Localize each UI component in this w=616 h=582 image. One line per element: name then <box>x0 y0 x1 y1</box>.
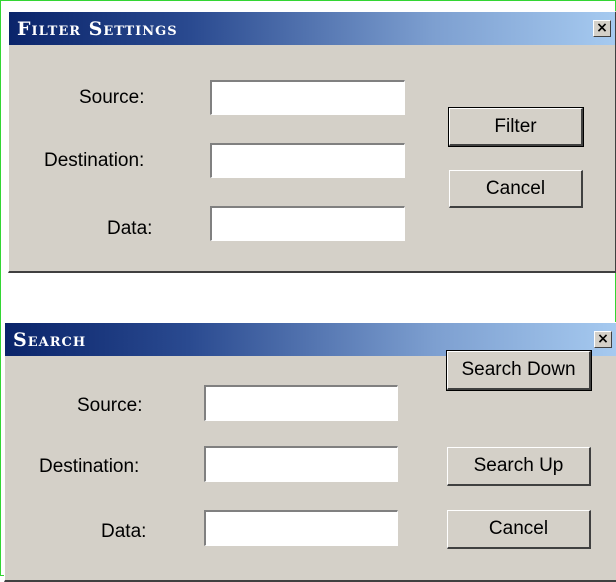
filter-settings-title: Filter Settings <box>17 18 178 40</box>
search-source-label: Source: <box>77 395 143 416</box>
search-down-button[interactable]: Search Down <box>446 350 592 391</box>
search-up-button[interactable]: Search Up <box>447 447 591 486</box>
search-data-label: Data: <box>101 521 147 542</box>
filter-source-label: Source: <box>79 87 145 108</box>
filter-settings-titlebar[interactable]: Filter Settings × <box>9 12 615 45</box>
filter-destination-input[interactable] <box>210 143 405 178</box>
close-icon: × <box>596 20 608 36</box>
filter-button[interactable]: Filter <box>448 107 584 147</box>
filter-cancel-button[interactable]: Cancel <box>449 170 583 208</box>
filter-data-label: Data: <box>107 218 153 239</box>
search-close-button[interactable]: × <box>594 331 612 348</box>
search-data-input[interactable] <box>204 510 398 546</box>
search-dialog: Search × Source: Destination: Data: Sear… <box>4 322 616 582</box>
search-source-input[interactable] <box>204 385 398 421</box>
close-icon: × <box>597 331 609 347</box>
search-destination-input[interactable] <box>204 446 398 482</box>
search-cancel-button[interactable]: Cancel <box>447 510 591 549</box>
search-title: Search <box>13 329 87 351</box>
search-destination-label: Destination: <box>39 456 140 477</box>
filter-destination-label: Destination: <box>44 150 145 171</box>
filter-data-input[interactable] <box>210 206 405 241</box>
filter-settings-close-button[interactable]: × <box>593 20 611 37</box>
filter-source-input[interactable] <box>210 80 405 115</box>
filter-settings-dialog: Filter Settings × Source: Destination: D… <box>8 11 616 273</box>
